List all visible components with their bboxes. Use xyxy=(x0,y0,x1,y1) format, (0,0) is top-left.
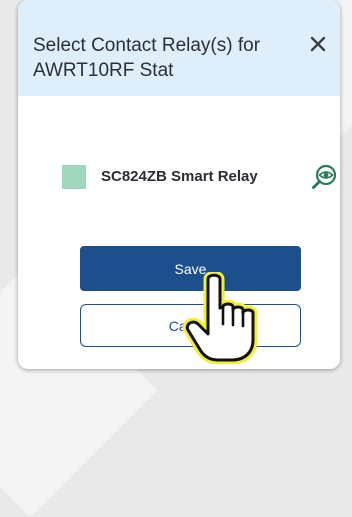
close-icon[interactable] xyxy=(306,32,330,56)
save-button[interactable]: Save xyxy=(80,246,301,291)
relay-name: SC824ZB Smart Relay xyxy=(101,168,258,185)
select-contact-relay-dialog: Select Contact Relay(s) for AWRT10RF Sta… xyxy=(18,0,340,369)
relay-list-item[interactable]: SC824ZB Smart Relay xyxy=(62,163,337,193)
locate-eye-icon[interactable] xyxy=(310,163,338,191)
dialog-title: Select Contact Relay(s) for AWRT10RF Sta… xyxy=(33,35,261,81)
cancel-button[interactable]: Cancel xyxy=(80,304,301,347)
relay-select-checkbox[interactable] xyxy=(62,165,86,189)
dialog-header: Select Contact Relay(s) for AWRT10RF Sta… xyxy=(18,0,340,96)
